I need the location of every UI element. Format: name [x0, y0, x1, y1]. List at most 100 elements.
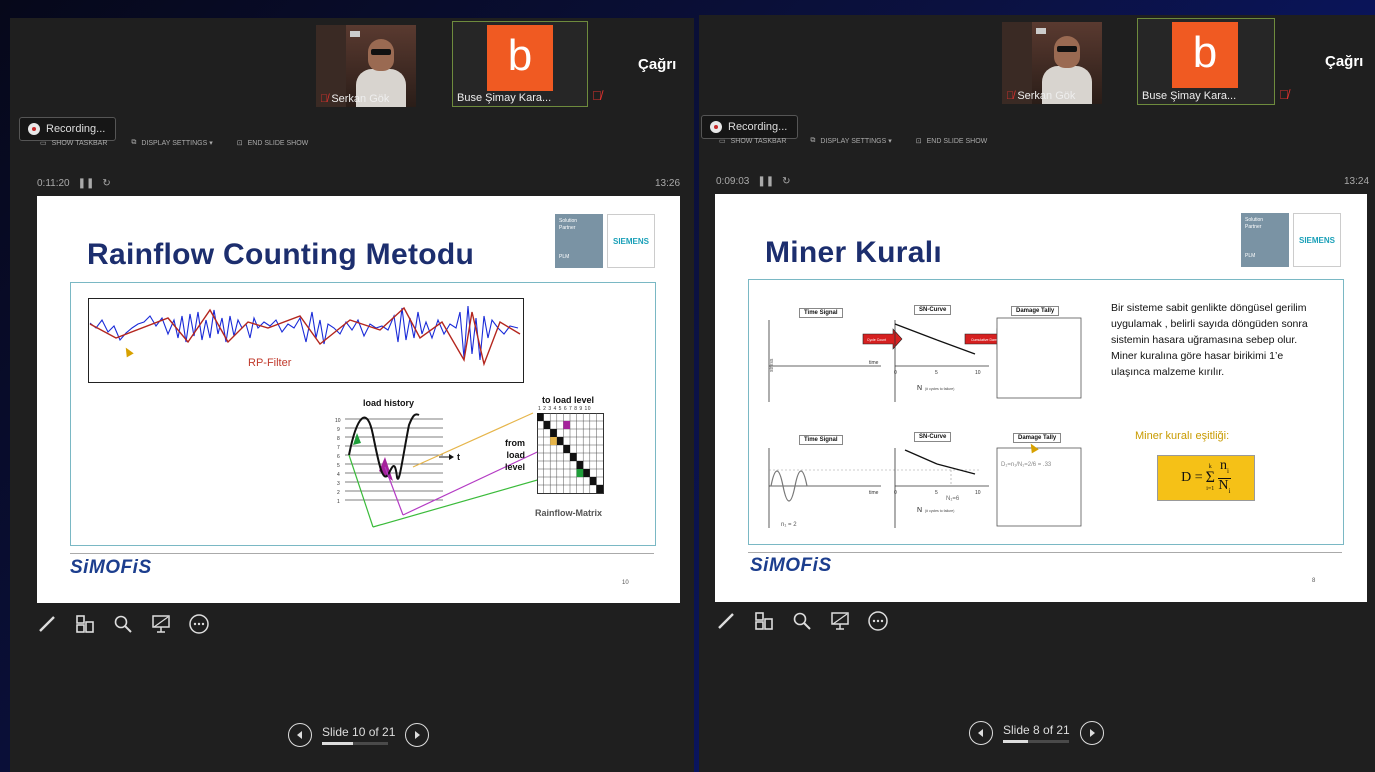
rainflow-matrix-label: Rainflow-Matrix	[535, 508, 603, 518]
svg-text:(# cycles to failure): (# cycles to failure)	[925, 509, 954, 513]
participant-tile-buse[interactable]: b Buse Şimay Kara...	[452, 21, 588, 107]
host-name: Çağrı	[1325, 53, 1364, 70]
presenter-toolbar: ▭ SHOW TASKBAR ⧉ DISPLAY SETTINGS ▾ ⊡ END S…	[40, 139, 308, 147]
slide-progress-fill	[1003, 740, 1029, 743]
display-settings-button[interactable]: ⧉ DISPLAY SETTINGS ▾	[810, 137, 891, 145]
damage-tally-box-bottom	[996, 447, 1082, 527]
record-icon	[28, 123, 40, 135]
participant-tile-buse[interactable]: b Buse Şimay Kara...	[1137, 18, 1275, 105]
participant-name: Buse Şimay Kara...	[1142, 90, 1237, 102]
next-slide-button[interactable]	[1079, 721, 1104, 745]
miner-equation: D = k Σ i=1 ni Ni	[1157, 455, 1255, 501]
svg-text:9: 9	[337, 427, 340, 433]
sn-curve-label: SN-Curve	[914, 432, 952, 442]
matrix-column-numbers: 1 2 3 4 5 6 7 8 9 10	[538, 406, 592, 412]
slide-tools	[715, 610, 889, 632]
all-slides-icon[interactable]	[753, 610, 775, 632]
svg-text:5: 5	[337, 463, 340, 469]
right-meeting-window: 🎙̸ Serkan Gök b Buse Şimay Kara... 🎙̸ Ça…	[699, 15, 1375, 772]
slide-timer: 0:09:03 ❚❚ ↻	[716, 176, 791, 187]
end-slide-show-button[interactable]: ⊡ END SLIDE SHOW	[915, 137, 988, 146]
display-icon: ⧉	[810, 137, 816, 144]
pen-icon[interactable]	[715, 610, 737, 632]
display-icon: ⧉	[131, 139, 137, 146]
equation-title: Miner kuralı eşitliği:	[1135, 430, 1230, 442]
left-meeting-window: 🎙̸ Serkan Gök b Buse Şimay Kara... 🎙̸ Ça…	[10, 18, 694, 772]
rp-filter-label: RP-Filter	[248, 357, 292, 369]
damage-tally-label: Damage Tally	[1011, 306, 1060, 316]
slide-page-number: 8	[1312, 578, 1316, 584]
host-name: Çağrı	[638, 56, 677, 73]
svg-text:time: time	[869, 490, 879, 496]
presenter-toolbar: ▭ SHOW TASKBAR ⧉ DISPLAY SETTINGS ▾ ⊡ END S…	[719, 137, 987, 145]
svg-text:N: N	[917, 385, 922, 392]
svg-text:N₁=6: N₁=6	[946, 496, 960, 502]
more-options-icon[interactable]	[867, 610, 889, 632]
slide-progress-bar	[1003, 740, 1069, 743]
restart-icon[interactable]: ↻	[102, 178, 110, 189]
svg-text:5: 5	[935, 370, 938, 376]
slide-progress-bar	[322, 742, 388, 745]
black-screen-icon[interactable]	[829, 610, 851, 632]
solution-partner-logo: Solution Partner PLM	[555, 214, 603, 268]
elapsed-time: 0:11:20	[37, 178, 70, 189]
svg-text:4: 4	[337, 472, 340, 478]
rp-filter-chart: RP-Filter	[88, 298, 524, 383]
pause-icon[interactable]: ❚❚	[757, 176, 774, 187]
slide-content-frame: RP-Filter load history 10 9 8 7 6 5 4 3 …	[70, 282, 656, 546]
svg-text:6: 6	[337, 454, 340, 460]
time-signal-label: Time Signal	[799, 435, 843, 445]
end-show-icon: ⊡	[915, 138, 922, 145]
chevron-left-icon	[297, 731, 302, 739]
end-show-icon: ⊡	[236, 140, 243, 147]
svg-text:8: 8	[337, 436, 340, 442]
participant-name: Serkan Gök	[1017, 90, 1076, 102]
display-settings-button[interactable]: ⧉ DISPLAY SETTINGS ▾	[131, 139, 212, 147]
participant-tile-serkan[interactable]: 🎙̸ Serkan Gök	[316, 25, 416, 107]
zoom-icon[interactable]	[791, 610, 813, 632]
slide-title: Rainflow Counting Metodu	[87, 238, 475, 271]
taskbar-icon: ▭	[40, 140, 47, 147]
slide-tools	[36, 613, 210, 635]
footer-divider	[748, 552, 1342, 553]
recording-indicator[interactable]: Recording...	[701, 115, 799, 139]
slide-page-number: 10	[622, 580, 629, 586]
svg-text:0: 0	[894, 490, 897, 496]
chevron-right-icon	[415, 731, 421, 739]
slide-content-frame: stress time Cycle Count 0 5 10 N (# cycl…	[748, 279, 1344, 545]
svg-text:7: 7	[337, 445, 340, 451]
slide-counter: Slide 10 of 21	[322, 725, 396, 739]
next-slide-button[interactable]	[405, 723, 430, 747]
show-taskbar-button[interactable]: ▭ SHOW TASKBAR	[40, 139, 107, 148]
siemens-logo: SIEMENS	[607, 214, 655, 268]
svg-text:10: 10	[975, 490, 981, 496]
black-screen-icon[interactable]	[150, 613, 172, 635]
damage-tally-box-top	[996, 317, 1082, 399]
svg-text:time: time	[869, 360, 879, 366]
previous-slide-button[interactable]	[288, 723, 312, 747]
time-signal-label: Time Signal	[799, 308, 843, 318]
taskbar-icon: ▭	[719, 138, 726, 145]
all-slides-icon[interactable]	[74, 613, 96, 635]
svg-text:n₁ = 2: n₁ = 2	[781, 522, 797, 528]
pen-icon[interactable]	[36, 613, 58, 635]
recording-indicator[interactable]: Recording...	[19, 117, 117, 141]
footer-divider	[70, 553, 654, 554]
record-icon	[710, 121, 722, 133]
restart-icon[interactable]: ↻	[782, 176, 790, 187]
damage-tally-label: Damage Tally	[1013, 433, 1062, 443]
avatar: b	[1172, 22, 1238, 88]
show-taskbar-button[interactable]: ▭ SHOW TASKBAR	[719, 137, 786, 146]
svg-text:(# cycles to failure): (# cycles to failure)	[925, 387, 954, 391]
pause-icon[interactable]: ❚❚	[78, 178, 95, 189]
participant-tile-serkan[interactable]: 🎙̸ Serkan Gök	[1002, 22, 1102, 104]
from-load-level-label: from load level	[505, 438, 526, 472]
more-options-icon[interactable]	[188, 613, 210, 635]
svg-text:5: 5	[935, 490, 938, 496]
previous-slide-button[interactable]	[969, 721, 993, 745]
participant-name: Buse Şimay Kara...	[457, 92, 552, 104]
simofis-logo: SiMOFiS	[70, 557, 152, 578]
end-slide-show-button[interactable]: ⊡ END SLIDE SHOW	[236, 139, 309, 148]
current-slide: Miner Kuralı Solution Partner PLM SIEMEN…	[715, 194, 1367, 602]
zoom-icon[interactable]	[112, 613, 134, 635]
